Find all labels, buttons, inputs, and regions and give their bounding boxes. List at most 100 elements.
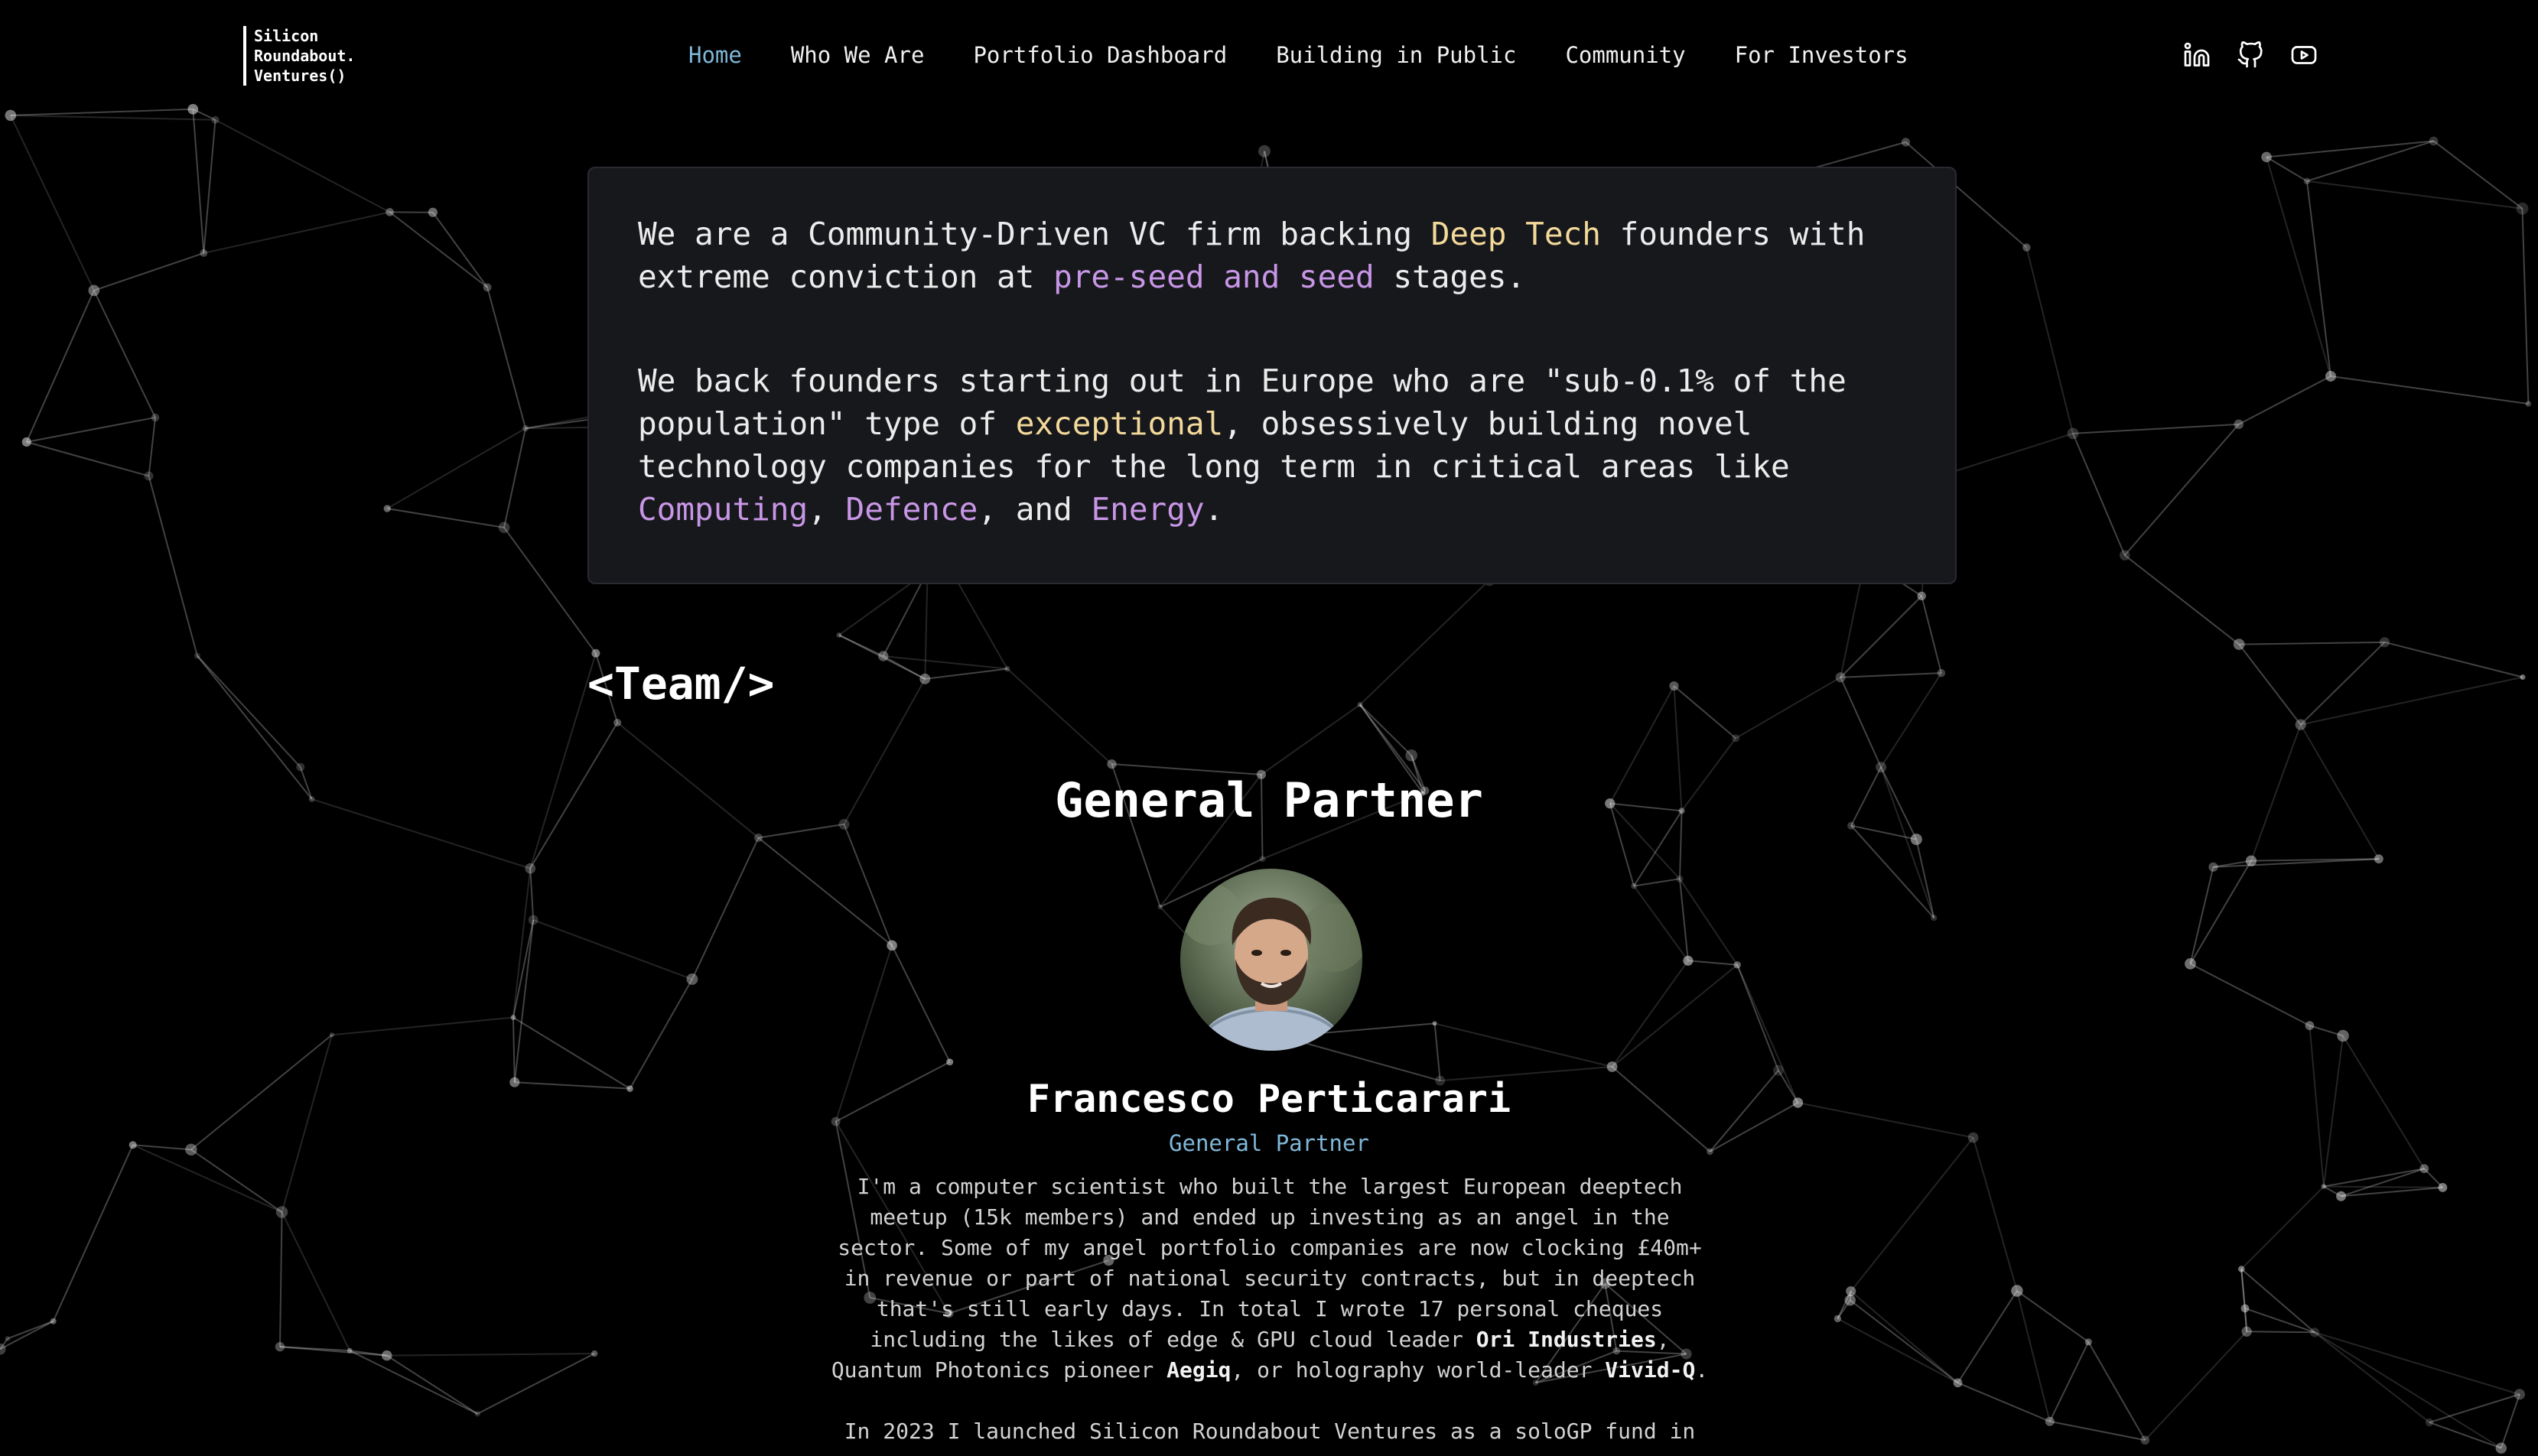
- nav-portfolio-dashboard[interactable]: Portfolio Dashboard: [973, 40, 1227, 70]
- network-node: [878, 651, 889, 661]
- network-node: [1931, 915, 1938, 921]
- network-node: [2022, 243, 2031, 252]
- network-edge: [1840, 677, 1882, 768]
- person-bio: I'm a computer scientist who built the l…: [826, 1172, 1713, 1447]
- network-node: [2303, 177, 2311, 185]
- network-node: [522, 425, 529, 432]
- network-node: [2241, 1326, 2252, 1337]
- network-node: [2516, 202, 2529, 215]
- network-edge: [389, 211, 488, 288]
- network-node: [919, 673, 931, 684]
- highlight-deep-tech: Deep Tech: [1430, 216, 1601, 252]
- network-node: [2234, 419, 2244, 430]
- nav-who-we-are[interactable]: Who We Are: [791, 40, 925, 70]
- network-node: [1357, 702, 1363, 707]
- nav-building-in-public[interactable]: Building in Public: [1276, 40, 1516, 70]
- network-node: [1910, 834, 1922, 846]
- network-node: [50, 1318, 57, 1324]
- network-node: [2185, 958, 2196, 970]
- network-node: [1846, 1286, 1856, 1297]
- network-edge: [477, 1353, 595, 1415]
- company-vivid-q: Vivid-Q: [1605, 1357, 1696, 1383]
- network-edge: [2240, 1268, 2315, 1334]
- bio-paragraph: I'm a computer scientist who built the l…: [826, 1172, 1713, 1386]
- network-node: [2374, 854, 2383, 864]
- network-node: [2495, 1442, 2507, 1454]
- network-node: [1432, 1021, 1437, 1026]
- network-edge: [1915, 839, 1935, 918]
- network-edge: [215, 119, 391, 213]
- network-edge: [2072, 423, 2239, 434]
- network-edge: [2026, 247, 2074, 434]
- network-node: [1876, 762, 1887, 773]
- network-edge: [1850, 1299, 1959, 1384]
- network-node: [2261, 151, 2272, 163]
- network-edge: [10, 108, 194, 116]
- network-edge: [513, 919, 535, 1083]
- network-edge: [52, 1144, 134, 1322]
- network-node: [200, 249, 208, 257]
- main-nav: Home Who We Are Portfolio Dashboard Buil…: [688, 40, 1908, 70]
- github-icon[interactable]: [2235, 40, 2266, 70]
- network-node: [2295, 719, 2306, 730]
- network-edge: [1880, 672, 1942, 768]
- network-node: [296, 762, 305, 772]
- intro-card: We are a Community-Driven VC firm backin…: [587, 167, 1957, 584]
- youtube-icon[interactable]: [2289, 40, 2319, 70]
- network-edge: [1678, 879, 1689, 961]
- network-node: [1835, 672, 1846, 683]
- nav-community[interactable]: Community: [1565, 40, 1685, 70]
- network-edge: [2124, 554, 2240, 645]
- network-node: [1669, 681, 1679, 691]
- network-node: [1772, 1064, 1784, 1076]
- network-edge: [1840, 595, 1922, 678]
- network-node: [686, 973, 698, 985]
- network-node: [1259, 856, 1266, 863]
- network-node: [591, 1350, 598, 1357]
- network-node: [2438, 1182, 2448, 1192]
- network-edge: [1840, 672, 1941, 678]
- network-node: [2419, 1164, 2429, 1174]
- network-node: [1953, 1378, 1963, 1388]
- intro-paragraph: We are a Community-Driven VC firm backin…: [638, 213, 1906, 298]
- network-edge: [2072, 433, 2126, 556]
- network-node: [2245, 855, 2257, 866]
- highlight-defence: Defence: [845, 491, 978, 528]
- linkedin-icon[interactable]: [2182, 40, 2212, 70]
- network-edge: [432, 212, 488, 288]
- network-node: [187, 103, 199, 115]
- network-node: [2233, 639, 2245, 650]
- network-edge: [93, 290, 156, 418]
- network-edge: [93, 252, 204, 291]
- network-node: [2240, 1304, 2250, 1313]
- network-node: [2514, 1389, 2525, 1400]
- network-edge: [2314, 1331, 2430, 1423]
- network-edge: [2087, 1341, 2146, 1441]
- intro-text: We are a Community-Driven VC firm backin…: [638, 216, 1431, 252]
- logo[interactable]: Silicon Roundabout. Ventures(): [243, 26, 355, 86]
- network-edge: [512, 868, 532, 1018]
- network-edge: [891, 944, 951, 1063]
- network-node: [2429, 136, 2439, 146]
- network-edge: [629, 979, 693, 1090]
- network-edge: [529, 652, 597, 869]
- highlight-energy: Energy: [1091, 491, 1205, 528]
- network-node: [528, 915, 539, 925]
- network-edge: [2521, 208, 2530, 405]
- network-node: [1917, 591, 1926, 601]
- network-edge: [2305, 180, 2331, 377]
- network-edge: [503, 527, 597, 654]
- network-node: [151, 413, 160, 422]
- nav-for-investors[interactable]: For Investors: [1735, 40, 1908, 70]
- network-edge: [2238, 375, 2331, 425]
- network-edge: [1261, 704, 1361, 775]
- network-node: [1683, 955, 1694, 966]
- nav-home[interactable]: Home: [688, 40, 742, 70]
- intro-text: stages.: [1374, 258, 1526, 295]
- network-edge: [2048, 1341, 2090, 1422]
- network-edge: [26, 441, 149, 477]
- network-node: [275, 1206, 288, 1218]
- network-edge: [1687, 960, 1738, 966]
- network-node: [2208, 862, 2218, 872]
- network-node: [2337, 1029, 2349, 1042]
